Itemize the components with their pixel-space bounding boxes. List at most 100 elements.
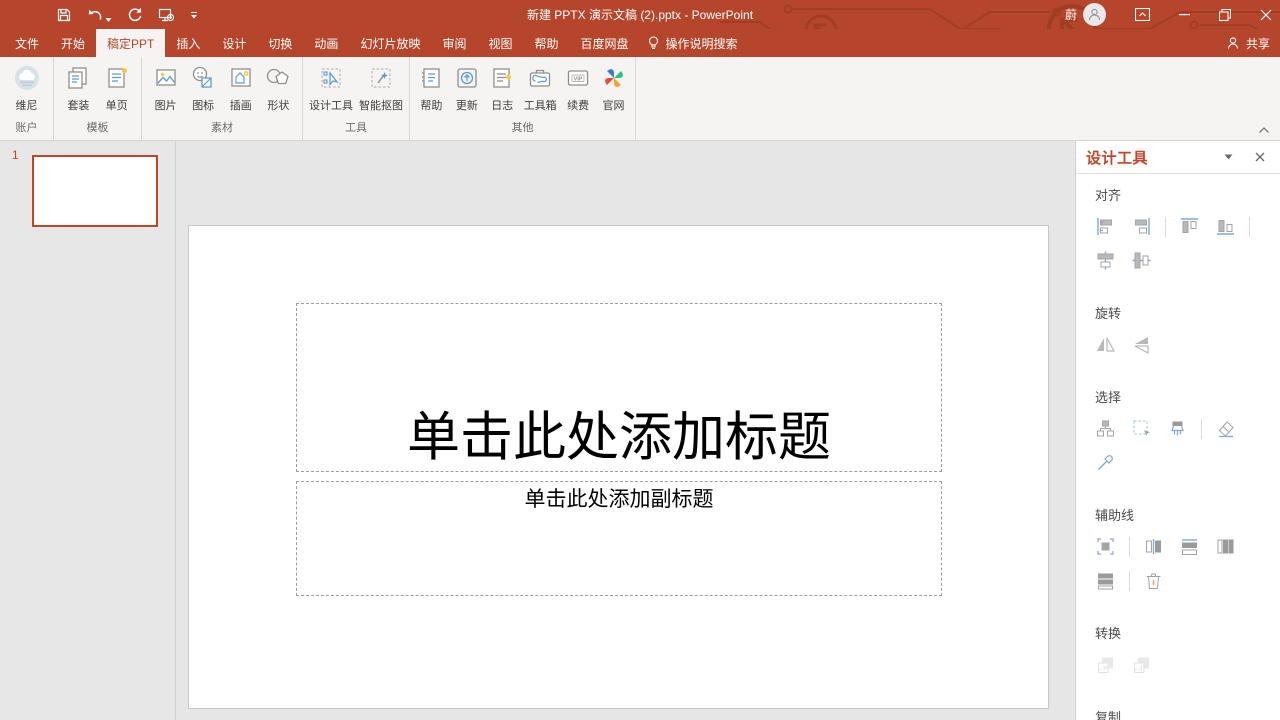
tab-insert[interactable]: 插入 bbox=[165, 29, 211, 57]
picture-icon bbox=[152, 64, 180, 92]
ribbon-group-label: 其他 bbox=[410, 118, 635, 140]
tab-slideshow[interactable]: 幻灯片放映 bbox=[349, 29, 431, 57]
flip-vertical-icon[interactable] bbox=[1131, 334, 1152, 355]
ribbon-group-label: 工具 bbox=[303, 118, 409, 140]
panel-section-label: 转换 bbox=[1095, 627, 1280, 641]
user-name-badge[interactable]: 蔚 bbox=[1065, 6, 1077, 23]
panel-section-label: 复制 bbox=[1095, 711, 1280, 720]
ribbon-group: 帮助更新日志工具箱VIP续费官网其他 bbox=[410, 57, 636, 140]
icon-button[interactable]: 图标 bbox=[189, 62, 217, 115]
panel-section: 辅助线 bbox=[1095, 509, 1280, 591]
trash-icon[interactable] bbox=[1143, 570, 1164, 591]
minimize-icon[interactable] bbox=[1179, 9, 1190, 20]
changelog-button[interactable]: 日志 bbox=[488, 62, 516, 115]
slide-canvas: 单击此处添加标题 单击此处添加副标题 bbox=[176, 141, 1075, 720]
ribbon-display-options-icon[interactable] bbox=[1135, 8, 1150, 21]
collapse-ribbon-icon[interactable] bbox=[1258, 126, 1270, 134]
rows-gray-icon[interactable] bbox=[1095, 570, 1116, 591]
tell-me-search[interactable]: 操作说明搜索 bbox=[647, 29, 738, 57]
eyedropper-icon[interactable] bbox=[1095, 452, 1116, 473]
panel-section: 复制 bbox=[1095, 711, 1280, 720]
tab-home[interactable]: 开始 bbox=[50, 29, 96, 57]
single-page-icon bbox=[103, 64, 131, 92]
help-icon bbox=[417, 64, 445, 92]
tab-transitions[interactable]: 切换 bbox=[257, 29, 303, 57]
share-person-icon bbox=[1227, 36, 1241, 50]
shape-icon bbox=[264, 64, 292, 92]
slideshow-icon[interactable] bbox=[158, 7, 175, 23]
ribbon-button-label: 形状 bbox=[267, 97, 289, 113]
align-bottom-icon[interactable] bbox=[1215, 216, 1236, 237]
group-objects-icon[interactable] bbox=[1095, 418, 1116, 439]
redo-icon[interactable] bbox=[127, 7, 143, 23]
user-avatar[interactable] bbox=[1083, 3, 1106, 26]
toolbox-button[interactable]: 工具箱 bbox=[524, 62, 557, 115]
tab-gaoding-ppt[interactable]: 稿定PPT bbox=[96, 29, 165, 57]
align-right-icon[interactable] bbox=[1131, 216, 1152, 237]
help-button[interactable]: 帮助 bbox=[417, 62, 445, 115]
picture-button[interactable]: 图片 bbox=[152, 62, 180, 115]
align-center-h-icon[interactable] bbox=[1095, 250, 1116, 271]
panel-close-icon[interactable] bbox=[1255, 152, 1265, 162]
smart-cutout-button[interactable]: 智能抠图 bbox=[359, 62, 403, 115]
subtitle-placeholder[interactable]: 单击此处添加副标题 bbox=[296, 481, 942, 596]
save-icon[interactable] bbox=[56, 7, 72, 23]
shape-button[interactable]: 形状 bbox=[264, 62, 292, 115]
align-middle-v-icon[interactable] bbox=[1131, 250, 1152, 271]
align-top-icon[interactable] bbox=[1179, 216, 1200, 237]
tab-help[interactable]: 帮助 bbox=[523, 29, 569, 57]
single-page-button[interactable]: 单页 bbox=[103, 62, 131, 115]
tab-view[interactable]: 视图 bbox=[477, 29, 523, 57]
title-placeholder[interactable]: 单击此处添加标题 bbox=[296, 303, 942, 472]
undo-icon[interactable] bbox=[87, 7, 103, 23]
panel-dropdown-icon[interactable] bbox=[1224, 154, 1233, 160]
align-left-icon[interactable] bbox=[1095, 216, 1116, 237]
tab-file[interactable]: 文件 bbox=[4, 29, 50, 57]
ribbon-group: 套装单页模板 bbox=[54, 57, 142, 140]
flip-horizontal-icon[interactable] bbox=[1095, 334, 1116, 355]
slide-thumbnail[interactable] bbox=[32, 155, 158, 227]
share-button[interactable]: 共享 bbox=[1227, 29, 1270, 57]
slide-thumbnail-pane: 1 bbox=[0, 141, 176, 720]
close-icon[interactable] bbox=[1260, 9, 1272, 21]
columns-icon[interactable] bbox=[1215, 536, 1236, 557]
convert-pdf-icon[interactable]: P bbox=[1095, 654, 1116, 675]
winnie-avatar-icon bbox=[13, 64, 41, 92]
separator bbox=[1165, 217, 1166, 237]
slide-number: 1 bbox=[12, 148, 19, 162]
undo-dropdown-icon[interactable] bbox=[105, 17, 112, 23]
split-vertical-icon[interactable] bbox=[1143, 536, 1164, 557]
tab-animations[interactable]: 动画 bbox=[303, 29, 349, 57]
panel-section-label: 辅助线 bbox=[1095, 509, 1280, 523]
qat-more-icon[interactable] bbox=[190, 11, 198, 19]
design-tools-button[interactable]: 设计工具 bbox=[309, 62, 353, 115]
eraser-icon[interactable] bbox=[1215, 418, 1236, 439]
frame-guides-icon[interactable] bbox=[1095, 536, 1116, 557]
update-button[interactable]: 更新 bbox=[453, 62, 481, 115]
template-set-button[interactable]: 套装 bbox=[64, 62, 92, 115]
illustration-icon bbox=[227, 64, 255, 92]
format-brush-icon[interactable] bbox=[1167, 418, 1188, 439]
panel-section: 转换 P J bbox=[1095, 627, 1280, 675]
tab-review[interactable]: 审阅 bbox=[431, 29, 477, 57]
renew-vip-icon: VIP bbox=[564, 64, 592, 92]
quick-access-toolbar bbox=[0, 7, 198, 23]
restore-icon[interactable] bbox=[1219, 9, 1231, 21]
renew-button[interactable]: VIP续费 bbox=[564, 62, 592, 115]
separator bbox=[1249, 217, 1250, 237]
ribbon-group: 图片图标插画形状素材 bbox=[142, 57, 303, 140]
winnie-button[interactable]: 维尼 bbox=[13, 62, 41, 115]
ribbon-button-label: 单页 bbox=[106, 97, 128, 113]
illustration-button[interactable]: 插画 bbox=[227, 62, 255, 115]
convert-image-icon[interactable]: J bbox=[1131, 654, 1152, 675]
svg-text:P: P bbox=[1103, 666, 1107, 673]
tab-design[interactable]: 设计 bbox=[211, 29, 257, 57]
rows-blue-icon[interactable] bbox=[1179, 536, 1200, 557]
smart-cutout-icon bbox=[367, 64, 395, 92]
ribbon-button-label: 日志 bbox=[491, 97, 513, 113]
ribbon-button-label: 图标 bbox=[192, 97, 214, 113]
tab-baidu-netdisk[interactable]: 百度网盘 bbox=[570, 29, 640, 57]
window-controls: 蔚 bbox=[1065, 3, 1280, 26]
website-button[interactable]: 官网 bbox=[600, 62, 628, 115]
marquee-select-icon[interactable] bbox=[1131, 418, 1152, 439]
